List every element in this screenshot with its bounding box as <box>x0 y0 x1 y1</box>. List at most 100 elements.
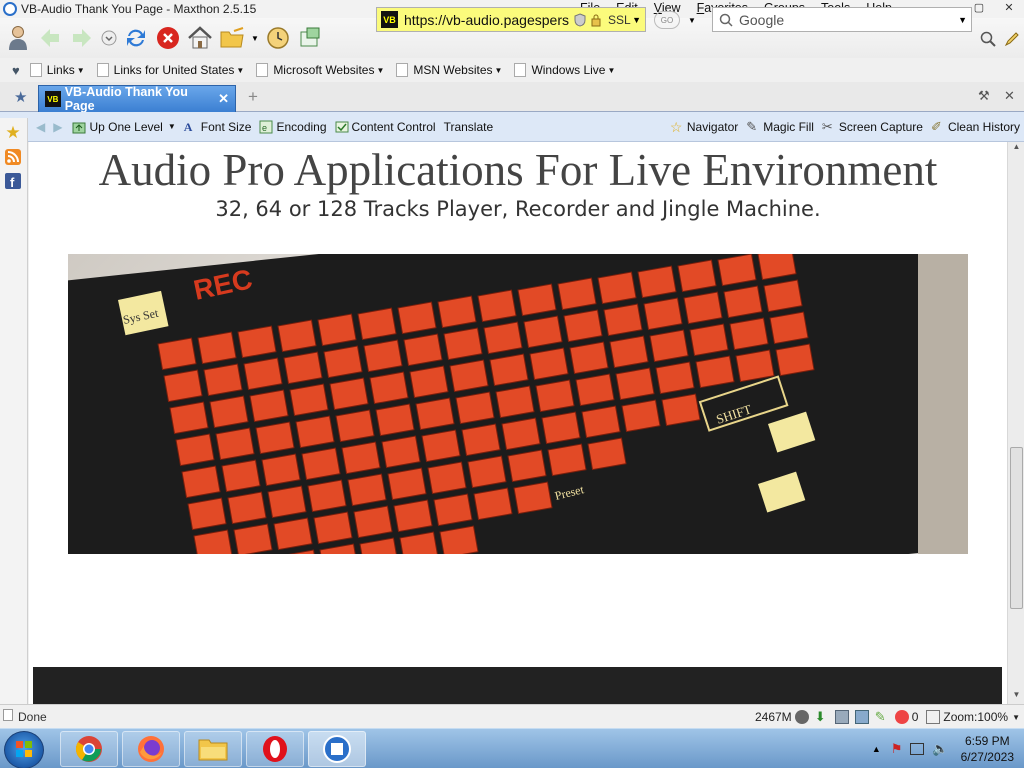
heart-icon[interactable]: ♥ <box>12 63 20 78</box>
magic-fill-button[interactable]: ✎ Magic Fill <box>746 120 814 135</box>
fav-windows-live[interactable]: Windows Live ▼ <box>514 63 615 77</box>
fav-dropdown-button[interactable]: ▼ <box>250 24 260 52</box>
side-panel: ★ f <box>0 118 28 704</box>
jingle-pad <box>649 329 689 363</box>
start-button[interactable] <box>4 731 44 768</box>
go-dropdown-icon[interactable]: ▼ <box>688 16 696 25</box>
taskbar-maxthon[interactable] <box>308 731 366 767</box>
close-icon[interactable]: ✕ <box>994 0 1024 16</box>
tab-favicon-icon: VB <box>45 91 61 107</box>
tools-button[interactable] <box>296 24 324 52</box>
home-button[interactable] <box>186 24 214 52</box>
fav-microsoft-websites[interactable]: Microsoft Websites ▼ <box>256 63 384 77</box>
caret-icon: ▼ <box>376 65 385 75</box>
jingle-pad <box>341 441 381 475</box>
sidebar-favorites[interactable]: ★ <box>4 123 22 142</box>
encoding-button[interactable]: e Encoding <box>259 120 327 134</box>
jingle-pad <box>621 399 661 433</box>
user-button[interactable] <box>4 24 32 52</box>
star-icon[interactable]: ★ <box>14 88 27 106</box>
stop-button[interactable] <box>154 24 182 52</box>
shield-icon <box>574 12 586 27</box>
tab-close-icon[interactable]: ✕ <box>218 91 229 107</box>
tray-volume-icon[interactable]: 🔈 <box>932 741 948 757</box>
taskbar-opera[interactable] <box>246 731 304 767</box>
up-one-level-button[interactable]: Up One Level ▼ <box>72 120 176 134</box>
page-icon <box>396 63 409 77</box>
vertical-scrollbar[interactable]: ▲ ▼ <box>1007 142 1024 704</box>
jingle-pad <box>455 391 495 425</box>
download-icon[interactable]: ⬇ <box>815 710 829 724</box>
forward-small-icon[interactable]: ▶ <box>53 120 62 134</box>
history-dropdown-button[interactable] <box>100 24 118 52</box>
address-bar[interactable]: VB https://vb-audio.pagespers SSL ▼ <box>376 7 646 32</box>
tray-monitor-icon[interactable] <box>854 710 869 724</box>
status-page-icon <box>3 709 13 721</box>
taskbar-chrome[interactable] <box>60 731 118 767</box>
fav-links-united-states[interactable]: Links for United States ▼ <box>96 63 244 77</box>
fav-links[interactable]: Links ▼ <box>29 63 85 77</box>
jingle-pad <box>255 421 295 455</box>
close-tab-bar-icon[interactable]: ✕ <box>1004 88 1015 104</box>
zoom-dropdown-icon[interactable]: ▼ <box>1012 713 1020 722</box>
address-dropdown-icon[interactable]: ▼ <box>632 15 641 25</box>
zoom-icon[interactable] <box>926 710 941 724</box>
jingle-pad <box>187 497 227 531</box>
taskbar-explorer[interactable] <box>184 731 242 767</box>
fav-msn-websites[interactable]: MSN Websites ▼ <box>396 63 502 77</box>
translate-button[interactable]: Translate <box>444 120 494 134</box>
network-icon[interactable] <box>834 710 849 724</box>
go-button[interactable]: GO <box>654 11 680 29</box>
jingle-pad <box>695 355 735 389</box>
search-box[interactable]: Google ▼ <box>712 7 972 32</box>
schedule-button[interactable] <box>264 24 292 52</box>
svg-text:e: e <box>262 123 267 133</box>
taskbar-firefox[interactable] <box>122 731 180 767</box>
jingle-pad <box>427 461 467 495</box>
wrench-icon[interactable]: ⚒ <box>978 88 990 104</box>
pen-icon[interactable] <box>1004 31 1020 47</box>
clock-time: 6:59 PM <box>964 734 1010 748</box>
jingle-pad <box>523 315 563 349</box>
screen-capture-button[interactable]: ✂ Screen Capture <box>822 120 923 135</box>
chevron-down-circle-icon <box>101 30 117 46</box>
scroll-up-icon[interactable]: ▲ <box>1008 142 1024 156</box>
tray-flag-icon[interactable]: ⚑ <box>891 741 903 757</box>
search-dropdown-icon[interactable]: ▼ <box>958 15 967 25</box>
sidebar-rss[interactable] <box>4 148 22 166</box>
jingle-pad <box>237 325 277 359</box>
footer-band <box>33 667 1002 704</box>
scroll-down-icon[interactable]: ▼ <box>1008 690 1024 704</box>
scrollbar-thumb[interactable] <box>1010 447 1023 609</box>
navigator-button[interactable]: ☆ Navigator <box>670 120 738 134</box>
edit-icon[interactable]: ✎ <box>875 710 889 724</box>
jingle-pad <box>393 499 433 533</box>
new-tab-icon[interactable]: + <box>248 87 258 107</box>
tray-network-icon[interactable] <box>910 743 925 755</box>
address-url[interactable]: https://vb-audio.pagespers <box>404 12 574 28</box>
page-icon <box>29 63 42 77</box>
maxthon-app-icon <box>3 2 17 16</box>
search-icon[interactable] <box>980 31 996 47</box>
favorites-add-button[interactable] <box>218 24 246 52</box>
sidebar-facebook[interactable]: f <box>4 172 22 190</box>
tab-vb-audio[interactable]: VB VB-Audio Thank You Page ✕ <box>38 85 236 113</box>
forward-button[interactable] <box>68 24 96 52</box>
font-size-button[interactable]: A Font Size <box>184 120 252 134</box>
back-small-icon[interactable]: ◀ <box>36 120 45 134</box>
back-button[interactable] <box>36 24 64 52</box>
refresh-button[interactable] <box>122 24 150 52</box>
zoom-level[interactable]: Zoom:100% <box>943 710 1008 724</box>
firefox-icon <box>138 736 164 762</box>
clean-history-button[interactable]: ✐ Clean History <box>931 120 1020 135</box>
search-input[interactable]: Google <box>739 12 784 28</box>
jingle-pad <box>597 271 637 305</box>
jingle-pad <box>587 437 627 471</box>
jingle-pad <box>243 357 283 391</box>
popup-blocker-icon[interactable] <box>894 710 909 724</box>
forward-arrow-icon <box>73 29 91 47</box>
tray-clock[interactable]: 6:59 PM 6/27/2023 <box>961 733 1014 765</box>
content-control-button[interactable]: Content Control <box>335 120 436 134</box>
tray-expand-icon[interactable]: ▲ <box>872 744 881 754</box>
jingle-pad <box>547 443 587 477</box>
